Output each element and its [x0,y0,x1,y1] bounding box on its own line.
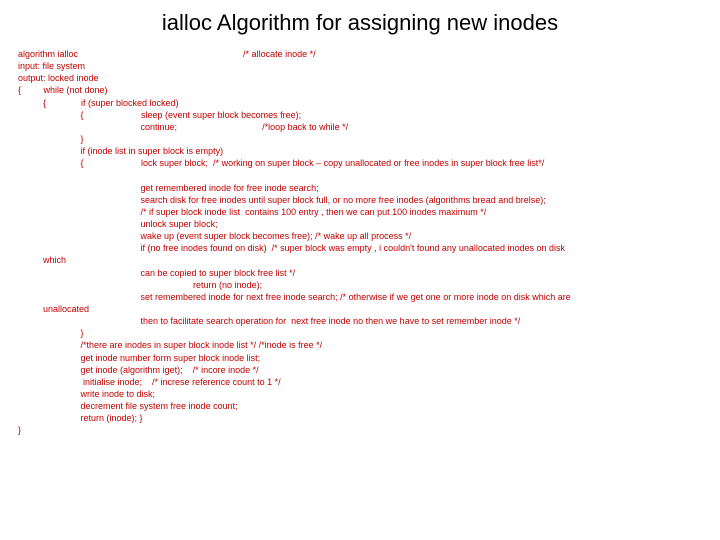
page-title: ialloc Algorithm for assigning new inode… [0,0,720,48]
pseudocode-block: algorithm ialloc /* allocate inode */ in… [0,48,720,437]
